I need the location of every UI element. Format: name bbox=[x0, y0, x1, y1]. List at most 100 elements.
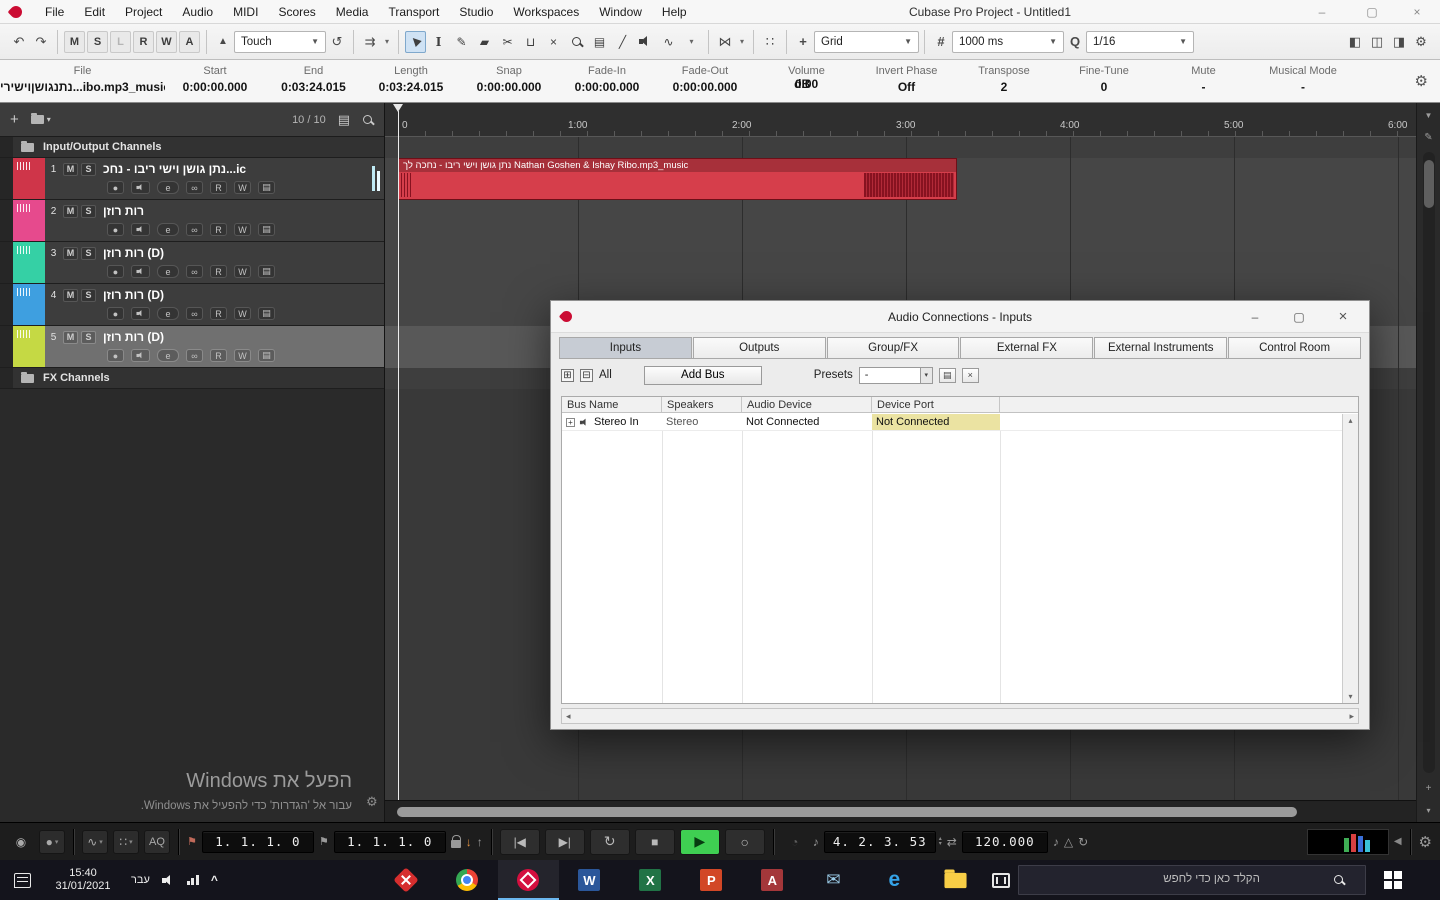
click-pattern-button[interactable]: ∷▾ bbox=[113, 830, 139, 854]
audio-quantize-button[interactable]: AQ bbox=[144, 830, 170, 854]
folder-track-fx-channels[interactable]: FX Channels bbox=[0, 368, 384, 389]
draw-tool[interactable]: ✎ bbox=[451, 31, 472, 53]
expand-all-icon[interactable]: ⊞ bbox=[561, 369, 574, 382]
edit-channel-button[interactable]: e bbox=[157, 223, 179, 236]
record-enable-button[interactable]: ● bbox=[107, 265, 124, 278]
track-color-strip[interactable] bbox=[13, 284, 45, 325]
info-line-gear-icon[interactable]: ⚙ bbox=[1415, 72, 1428, 90]
grid-relative-icon[interactable]: ∷ bbox=[759, 30, 781, 54]
info-file[interactable]: Fileנתנגושןוישירי...ibo.mp3_music bbox=[0, 60, 165, 102]
taskbar-app-mail[interactable]: ✉ bbox=[803, 860, 864, 900]
record-enable-button[interactable]: ● bbox=[107, 181, 124, 194]
track-row-4[interactable]: 4 M S רות רוזן (D) ● e ∞ R W ▤ bbox=[0, 284, 384, 326]
mute-button[interactable]: M bbox=[63, 247, 78, 260]
menu-media[interactable]: Media bbox=[326, 5, 379, 19]
info-mute[interactable]: Mute- bbox=[1154, 60, 1253, 102]
taskbar-app-excel[interactable]: X bbox=[620, 860, 681, 900]
tab-external-fx[interactable]: External FX bbox=[960, 337, 1093, 358]
add-bus-button[interactable]: Add Bus bbox=[644, 366, 762, 385]
action-center-icon[interactable] bbox=[14, 873, 31, 888]
mute-button[interactable]: M bbox=[63, 163, 78, 176]
taskbar-search-box[interactable]: הקלד כאן כדי לחפש bbox=[1018, 865, 1366, 895]
mute-button[interactable]: M bbox=[63, 331, 78, 344]
task-view-icon[interactable] bbox=[992, 873, 1010, 888]
edit-channel-button[interactable]: e bbox=[157, 181, 179, 194]
field-value[interactable]: - bbox=[1253, 80, 1353, 94]
read-automation-button[interactable]: R bbox=[210, 265, 227, 278]
edit-channel-button[interactable]: e bbox=[157, 307, 179, 320]
left-locator-icon[interactable]: ⚑ bbox=[187, 835, 197, 848]
freeze-button[interactable]: ∞ bbox=[186, 223, 203, 236]
menu-help[interactable]: Help bbox=[652, 5, 697, 19]
write-automation-button[interactable]: W bbox=[234, 307, 251, 320]
write-automation-button[interactable]: W bbox=[234, 349, 251, 362]
track-row-3[interactable]: 3 M S רות רוזן (D) ● e ∞ R W ▤ bbox=[0, 242, 384, 284]
glue-tool[interactable]: ⊔ bbox=[520, 31, 541, 53]
right-zone-toggle[interactable]: ◨ bbox=[1388, 30, 1410, 54]
solo-button[interactable]: S bbox=[81, 163, 96, 176]
solo-all-button[interactable]: S bbox=[87, 31, 108, 53]
transport-pad-icon[interactable]: ◉ bbox=[8, 830, 34, 854]
maximize-button[interactable]: ▢ bbox=[1359, 1, 1385, 22]
dialog-close-button[interactable]: × bbox=[1329, 303, 1357, 331]
lanes-button[interactable]: ▤ bbox=[258, 265, 275, 278]
stop-button[interactable]: ■ bbox=[635, 829, 675, 855]
write-automation-button[interactable]: W bbox=[234, 265, 251, 278]
track-lane-2[interactable] bbox=[385, 200, 1416, 242]
mute-button[interactable]: M bbox=[63, 205, 78, 218]
scroll-left-icon[interactable]: ◂ bbox=[566, 711, 571, 722]
track-color-strip[interactable] bbox=[13, 242, 45, 283]
track-name[interactable]: נתן גושן וישי ריבו - נחכ...ic bbox=[103, 162, 246, 176]
save-preset-button[interactable]: ▤ bbox=[939, 368, 956, 383]
timeline-ruler[interactable]: 0 1:00 2:00 3:00 4:00 5:00 6:00 bbox=[385, 103, 1416, 137]
monitor-button[interactable] bbox=[131, 223, 150, 236]
right-locator-icon[interactable]: ⚑ bbox=[319, 835, 329, 848]
forward-to-end-button[interactable]: ▶| bbox=[545, 829, 585, 855]
range-selection-tool[interactable]: I bbox=[428, 31, 449, 53]
audio-device-cell[interactable]: Not Connected bbox=[742, 414, 872, 430]
presets-dropdown[interactable]: -▾ bbox=[859, 367, 933, 384]
snap-type-icon[interactable]: + bbox=[792, 30, 814, 54]
lanes-button[interactable]: ▤ bbox=[258, 307, 275, 320]
read-automation-button[interactable]: R bbox=[210, 223, 227, 236]
autoscroll-options-icon[interactable]: ▾ bbox=[381, 30, 393, 54]
read-all-button[interactable]: R bbox=[133, 31, 154, 53]
record-enable-button[interactable]: ● bbox=[107, 349, 124, 362]
network-icon[interactable] bbox=[187, 875, 199, 885]
metronome-icon[interactable]: △ bbox=[1064, 835, 1073, 849]
dialog-horizontal-scrollbar[interactable]: ◂ ▸ bbox=[561, 708, 1359, 724]
track-name[interactable]: רות רוזן bbox=[103, 204, 144, 218]
record-modes-button[interactable]: ●▾ bbox=[39, 830, 65, 854]
solo-button[interactable]: S bbox=[81, 205, 96, 218]
vertical-scrollbar[interactable] bbox=[1423, 152, 1435, 773]
freeze-button[interactable]: ∞ bbox=[186, 181, 203, 194]
delete-preset-button[interactable]: × bbox=[962, 368, 979, 383]
draw-zoom-icon[interactable]: ✎ bbox=[1419, 128, 1439, 146]
taskbar-app-diamond[interactable] bbox=[376, 860, 437, 900]
start-button[interactable] bbox=[1370, 860, 1416, 900]
freeze-button[interactable]: ∞ bbox=[186, 307, 203, 320]
redo-button[interactable]: ↷ bbox=[30, 30, 52, 54]
info-snap[interactable]: Snap0:00:00.000 bbox=[460, 60, 558, 102]
audio-event[interactable]: נתן גושן וישי ריבו - נחכה לך Nathan Gosh… bbox=[398, 158, 957, 200]
menu-window[interactable]: Window bbox=[589, 5, 652, 19]
field-value[interactable]: - bbox=[1154, 80, 1253, 94]
scroll-down-icon[interactable]: ▾ bbox=[1348, 692, 1352, 701]
track-row-5-selected[interactable]: 5 M S רות רוזן (D) ● e ∞ R W ▤ bbox=[0, 326, 384, 368]
dialog-maximize-button[interactable]: ▢ bbox=[1285, 303, 1313, 331]
info-fine-tune[interactable]: Fine-Tune0 bbox=[1054, 60, 1154, 102]
read-automation-button[interactable]: R bbox=[210, 181, 227, 194]
track-name[interactable]: רות רוזן (D) bbox=[103, 246, 164, 260]
curve-tool[interactable]: ∿ bbox=[658, 31, 679, 53]
record-enable-button[interactable]: ● bbox=[107, 223, 124, 236]
speakers-cell[interactable]: Stereo bbox=[662, 414, 742, 430]
track-visibility-button[interactable]: ▾ bbox=[31, 115, 51, 124]
language-indicator[interactable]: עבר bbox=[131, 874, 150, 886]
track-lane-3[interactable] bbox=[385, 242, 1416, 284]
field-value[interactable]: 0 bbox=[1054, 80, 1154, 94]
info-start[interactable]: Start0:00:00.000 bbox=[165, 60, 265, 102]
menu-scores[interactable]: Scores bbox=[268, 5, 325, 19]
taskbar-app-chrome[interactable] bbox=[437, 860, 498, 900]
scroll-up-icon[interactable]: ▴ bbox=[1348, 416, 1352, 425]
punch-out-icon[interactable]: ↑ bbox=[477, 835, 483, 849]
